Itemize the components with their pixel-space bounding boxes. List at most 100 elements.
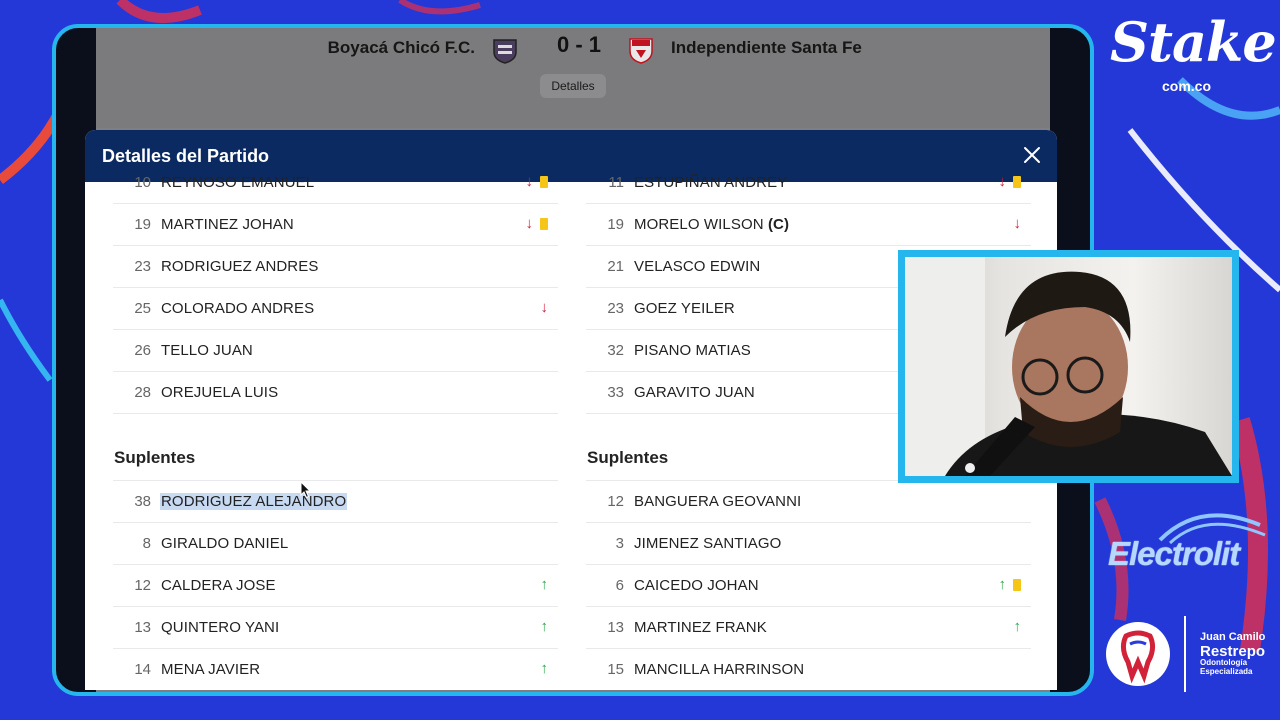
player-name[interactable]: GARAVITO JUAN	[634, 384, 755, 401]
player-name[interactable]: QUINTERO YANI	[161, 619, 279, 636]
player-number: 23	[134, 258, 151, 275]
player-name-text: CAICEDO JOHAN	[634, 577, 759, 594]
player-number: 13	[607, 619, 624, 636]
sponsor-line-2: Restrepo	[1200, 642, 1266, 660]
player-number: 25	[134, 300, 151, 317]
sponsor-line-4: Especializada	[1200, 666, 1253, 676]
player-name[interactable]: MENA JAVIER	[161, 661, 260, 678]
player-event-icons: ↑	[541, 661, 549, 677]
player-name-text: MARTINEZ JOHAN	[161, 216, 294, 233]
player-name-text: MORELO WILSON	[634, 216, 764, 233]
player-event-icons: ↓	[999, 174, 1021, 190]
details-button[interactable]: Detalles	[540, 74, 606, 98]
player-number: 15	[607, 661, 624, 678]
player-name[interactable]: RODRIGUEZ ALEJANDRO	[160, 493, 348, 510]
player-name-text: ESTUPIÑAN ANDREY	[634, 174, 788, 191]
player-name-text: RODRIGUEZ ANDRES	[161, 258, 319, 275]
player-row[interactable]: 11 ESTUPIÑAN ANDREY ↓	[586, 162, 1031, 204]
player-name[interactable]: TELLO JUAN	[161, 342, 253, 359]
player-number: 14	[134, 661, 151, 678]
player-name[interactable]: REYNOSO EMANUEL	[161, 174, 314, 191]
player-row[interactable]: 38 RODRIGUEZ ALEJANDRO	[113, 481, 558, 523]
player-name[interactable]: RODRIGUEZ ANDRES	[161, 258, 318, 275]
stake-logo: Stake com.co	[1110, 10, 1277, 100]
player-name-text: CALDERA JOSE	[161, 577, 276, 594]
dentist-logo-icon	[1106, 622, 1170, 686]
streamer-silhouette	[905, 257, 1232, 476]
dentist-sponsor-text: Juan Camilo Restrepo Odontología Especia…	[1200, 631, 1266, 676]
away-crest-icon	[629, 38, 653, 64]
player-row[interactable]: 23 RODRIGUEZ ANDRES	[113, 246, 558, 288]
player-number: 21	[607, 258, 624, 275]
player-name[interactable]: CALDERA JOSE	[161, 577, 276, 594]
player-name[interactable]: MARTINEZ JOHAN	[161, 216, 294, 233]
player-name[interactable]: MARTINEZ FRANK	[634, 619, 767, 636]
mouse-cursor-icon	[300, 481, 312, 499]
player-number: 19	[607, 216, 624, 233]
player-name-text: BANGUERA GEOVANNI	[634, 493, 802, 510]
sponsor-divider	[1184, 616, 1186, 692]
player-name-text: TELLO JUAN	[161, 342, 253, 359]
sub-in-icon: ↑	[540, 618, 549, 635]
player-name[interactable]: MORELO WILSON (C)	[634, 216, 789, 233]
yellow-card-icon	[1013, 579, 1021, 591]
sub-in-icon: ↑	[1013, 618, 1022, 635]
yellow-card-icon	[540, 218, 548, 230]
stream-overlay: { "match": { "home_team": "Boyacá Chicó …	[0, 0, 1280, 720]
player-row[interactable]: 13 MARTINEZ FRANK ↑	[586, 607, 1031, 649]
sub-out-icon: ↓	[525, 215, 534, 232]
player-name[interactable]: GIRALDO DANIEL	[161, 535, 288, 552]
player-row[interactable]: 19 MARTINEZ JOHAN ↓	[113, 204, 558, 246]
player-name-text: GOEZ YEILER	[634, 300, 735, 317]
electrolit-wordmark: Electrolit	[1108, 535, 1240, 572]
player-name[interactable]: JIMENEZ SANTIAGO	[634, 535, 781, 552]
sub-in-icon: ↑	[998, 576, 1007, 593]
player-name[interactable]: VELASCO EDWIN	[634, 258, 760, 275]
player-row[interactable]: 13 QUINTERO YANI ↑	[113, 607, 558, 649]
player-name[interactable]: GOEZ YEILER	[634, 300, 735, 317]
player-number: 3	[615, 535, 624, 552]
player-name-text: GIRALDO DANIEL	[161, 535, 289, 552]
player-number: 33	[607, 384, 624, 401]
player-name-text: OREJUELA LUIS	[161, 384, 279, 401]
player-name-text: GARAVITO JUAN	[634, 384, 755, 401]
home-crest-icon	[493, 39, 517, 64]
player-row[interactable]: 6 CAICEDO JOHAN ↑	[586, 565, 1031, 607]
player-row[interactable]: 10 REYNOSO EMANUEL ↓	[113, 162, 558, 204]
player-row[interactable]: 26 TELLO JUAN	[113, 330, 558, 372]
home-team-name[interactable]: Boyacá Chicó F.C.	[328, 38, 475, 58]
player-number: 12	[134, 577, 151, 594]
player-row[interactable]: 12 BANGUERA GEOVANNI	[586, 481, 1031, 523]
player-number: 6	[615, 577, 624, 594]
player-name-text: MANCILLA HARRINSON	[634, 661, 805, 678]
player-number: 10	[134, 174, 151, 191]
player-name-text: COLORADO ANDRES	[161, 300, 315, 317]
player-name-text: JIMENEZ SANTIAGO	[634, 535, 782, 552]
player-row[interactable]: 8 GIRALDO DANIEL	[113, 523, 558, 565]
sub-in-icon: ↑	[540, 576, 549, 593]
captain-badge: (C)	[767, 216, 790, 233]
player-row[interactable]: 14 MENA JAVIER ↑	[113, 649, 558, 690]
player-row[interactable]: 12 CALDERA JOSE ↑	[113, 565, 558, 607]
player-name[interactable]: ESTUPIÑAN ANDREY	[634, 174, 787, 191]
player-name[interactable]: OREJUELA LUIS	[161, 384, 278, 401]
player-row[interactable]: 15 MANCILLA HARRINSON	[586, 649, 1031, 690]
player-row[interactable]: 25 COLORADO ANDRES ↓	[113, 288, 558, 330]
home-subs-list: 38 RODRIGUEZ ALEJANDRO 8 GIRALDO DANIEL 12 CA…	[113, 481, 558, 690]
player-name[interactable]: COLORADO ANDRES	[161, 300, 314, 317]
player-name[interactable]: PISANO MATIAS	[634, 342, 751, 359]
player-event-icons: ↑	[1014, 619, 1022, 635]
player-name[interactable]: BANGUERA GEOVANNI	[634, 493, 801, 510]
player-row[interactable]: 19 MORELO WILSON (C) ↓	[586, 204, 1031, 246]
webcam-frame	[898, 250, 1239, 483]
player-name-text: VELASCO EDWIN	[634, 258, 761, 275]
sub-out-icon: ↓	[1013, 215, 1022, 232]
away-team-name[interactable]: Independiente Santa Fe	[671, 38, 862, 58]
player-name[interactable]: MANCILLA HARRINSON	[634, 661, 804, 678]
player-row[interactable]: 3 JIMENEZ SANTIAGO	[586, 523, 1031, 565]
sub-out-icon: ↓	[540, 299, 549, 316]
player-row[interactable]: 28 OREJUELA LUIS	[113, 372, 558, 414]
home-subs-heading: Suplentes	[113, 428, 558, 481]
player-number: 32	[607, 342, 624, 359]
player-name[interactable]: CAICEDO JOHAN	[634, 577, 759, 594]
